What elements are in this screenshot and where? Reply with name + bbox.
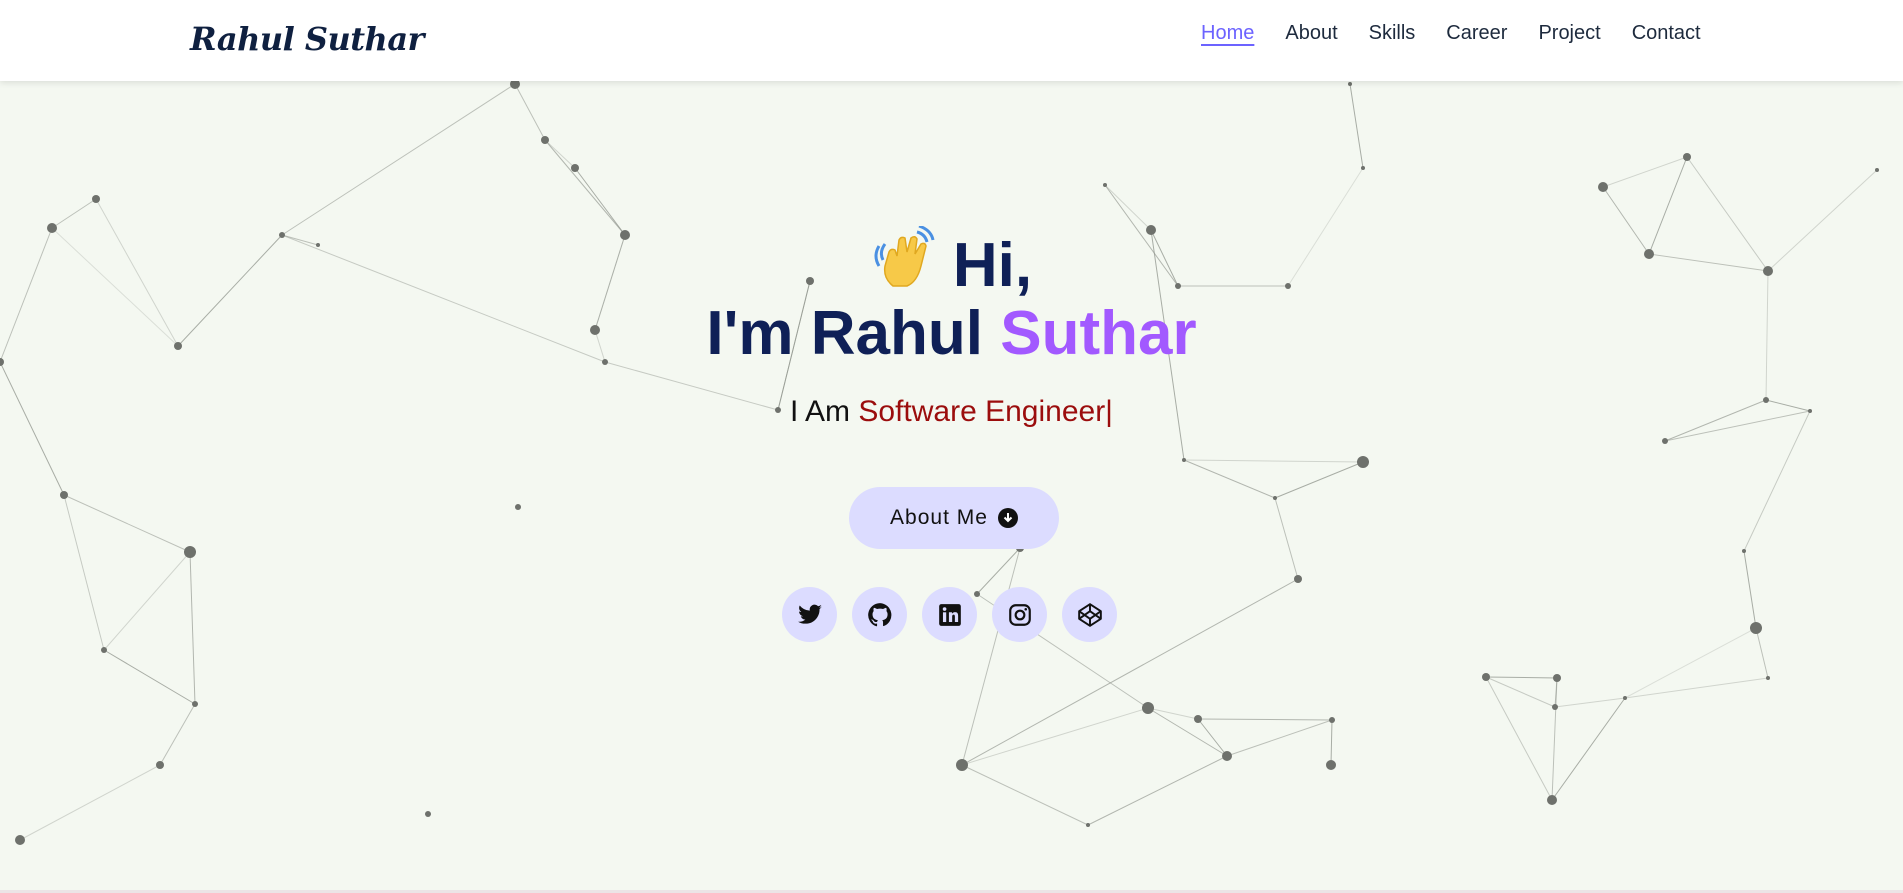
intro-prefix: I'm Rahul <box>706 299 983 368</box>
codepen-link[interactable] <box>1062 587 1117 642</box>
twitter-icon <box>797 604 822 624</box>
role-prefix: I Am <box>790 395 851 428</box>
main-nav: Home About Skills Career Project Contact <box>1201 22 1732 45</box>
arrow-down-circle-icon <box>997 508 1018 528</box>
instagram-link[interactable] <box>992 587 1047 642</box>
role-typing-line: I Am Software Engineer| <box>0 395 1903 429</box>
about-me-button[interactable]: About Me <box>849 487 1059 549</box>
nav-skills[interactable]: Skills <box>1369 22 1416 45</box>
intro-accent: Suthar <box>1000 299 1197 368</box>
instagram-icon <box>1008 603 1031 626</box>
nav-contact[interactable]: Contact <box>1632 22 1701 45</box>
twitter-link[interactable] <box>782 587 837 642</box>
codepen-icon <box>1077 602 1102 627</box>
about-me-label: About Me <box>890 506 988 529</box>
linkedin-icon <box>938 603 961 626</box>
nav-project[interactable]: Project <box>1538 22 1600 45</box>
github-icon <box>867 602 891 626</box>
github-link[interactable] <box>852 587 907 642</box>
nav-home[interactable]: Home <box>1201 22 1254 45</box>
nav-career[interactable]: Career <box>1446 22 1507 45</box>
role-typed-text: Software Engineer| <box>858 395 1113 428</box>
waving-hand-icon <box>871 224 935 301</box>
greeting-heading: Hi, <box>0 224 1903 301</box>
linkedin-link[interactable] <box>922 587 977 642</box>
social-links <box>782 587 1117 642</box>
intro-heading: I'm Rahul Suthar <box>0 303 1903 365</box>
nav-about[interactable]: About <box>1285 22 1337 45</box>
navbar: Rahul Suthar Home About Skills Career Pr… <box>0 0 1903 81</box>
hero-section: Hi, I'm Rahul Suthar I Am Software Engin… <box>0 81 1903 891</box>
site-logo[interactable]: Rahul Suthar <box>190 20 424 58</box>
greeting-text: Hi, <box>952 231 1033 300</box>
